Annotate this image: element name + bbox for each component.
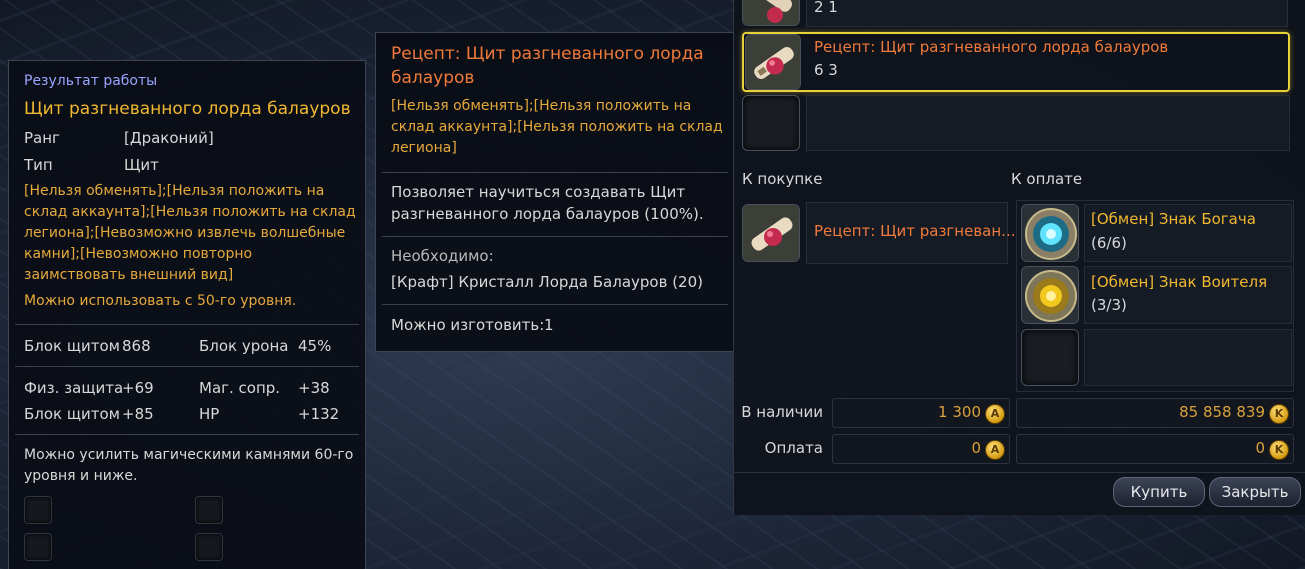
ap-coin-icon: A <box>985 404 1005 424</box>
pay-item-row <box>1084 329 1292 386</box>
payment-label: Оплата <box>764 439 823 457</box>
kinah-coin-icon: K <box>1269 404 1289 424</box>
item-name: Щит разгневанного лорда балауров <box>24 99 351 119</box>
stat-value: +69 <box>122 379 154 397</box>
recipe-restrictions: склад аккаунта];[Нельзя положить на скла… <box>391 119 723 135</box>
stat-label: Блок щитом <box>24 337 120 355</box>
shop-panel: 2 1 Рецепт: Щит разгневанного лорда бала… <box>733 0 1305 515</box>
manastone-slot <box>24 496 52 524</box>
payment-kinah-box: 0 K <box>1016 434 1294 464</box>
pay-item-name: [Обмен] Знак Воителя <box>1091 273 1268 291</box>
selected-item-numbers: 6 3 <box>814 61 838 79</box>
stat-value: +132 <box>298 405 340 423</box>
payment-ap-box: 0 A <box>832 434 1010 464</box>
stat-value: 868 <box>122 337 151 355</box>
manastone-slot <box>195 533 223 561</box>
stat-label: Блок щитом <box>24 405 120 423</box>
required-item: [Крафт] Кристалл Лорда Балауров (20) <box>391 273 703 291</box>
stat-label: HP <box>199 405 220 423</box>
recipe-title: балауров <box>391 68 475 88</box>
manastone-slot <box>195 496 223 524</box>
stat-label: Физ. защита <box>24 379 124 397</box>
available-kinah: 85 858 839 <box>1179 403 1265 421</box>
recipe-description: Позволяет научиться создавать Щит <box>391 183 686 201</box>
recipe-scroll-icon[interactable] <box>745 34 801 90</box>
stat-value: +38 <box>298 379 330 397</box>
close-button[interactable]: Закрыть <box>1209 477 1301 507</box>
type-label: Тип <box>24 156 53 174</box>
stat-value: 45% <box>298 337 332 355</box>
recipe-restrictions: легиона] <box>391 140 457 156</box>
pay-header: К оплате <box>1011 170 1083 188</box>
stat-label: Блок урона <box>199 337 289 355</box>
level-requirement: Можно использовать с 50-го уровня. <box>24 293 297 309</box>
available-ap: 1 300 <box>938 403 981 421</box>
available-ap-box: 1 300 A <box>832 398 1010 428</box>
available-kinah-box: 85 858 839 K <box>1016 398 1294 428</box>
available-label: В наличии <box>741 403 823 421</box>
pay-item-name: [Обмен] Знак Богача <box>1091 210 1256 228</box>
buy-header: К покупке <box>742 170 823 188</box>
rank-value: [Драконий] <box>124 129 214 147</box>
stat-label: Маг. сопр. <box>199 379 281 397</box>
item-tooltip: Результат работы Щит разгневанного лорда… <box>8 60 366 569</box>
craftable-label: Можно изготовить: <box>391 316 545 334</box>
recipe-title: Рецепт: Щит разгневанного лорда <box>391 44 704 64</box>
recipe-scroll-icon[interactable] <box>742 0 800 26</box>
pay-item-count: (6/6) <box>1091 234 1127 252</box>
manastone-slot <box>24 533 52 561</box>
empty-slot <box>1021 329 1079 386</box>
empty-slot <box>742 95 800 151</box>
buy-item-name: Рецепт: Щит разгневан... <box>814 222 1016 240</box>
rank-label: Ранг <box>24 129 60 147</box>
recipe-tooltip: Рецепт: Щит разгневанного лорда балауров… <box>375 32 735 352</box>
payment-kinah: 0 <box>1255 439 1265 457</box>
craftable-value: 1 <box>544 316 554 334</box>
row-numbers: 2 1 <box>814 0 838 16</box>
enhance-text: уровня и ниже. <box>24 468 138 484</box>
recipe-description: разгневанного лорда балауров (100%). <box>391 205 704 223</box>
selected-item-name: Рецепт: Щит разгневанного лорда балауров <box>814 38 1169 56</box>
stat-value: +85 <box>122 405 154 423</box>
list-item <box>806 95 1290 151</box>
rich-sign-icon[interactable] <box>1021 204 1079 262</box>
recipe-restrictions: [Нельзя обменять];[Нельзя положить на <box>391 98 692 114</box>
warrior-sign-icon[interactable] <box>1021 266 1079 324</box>
type-value: Щит <box>124 156 159 174</box>
enhance-text: Можно усилить магическими камнями 60-го <box>24 447 354 463</box>
buy-button[interactable]: Купить <box>1113 477 1205 507</box>
recipe-scroll-icon[interactable] <box>742 204 800 262</box>
kinah-coin-icon: K <box>1269 440 1289 460</box>
payment-ap: 0 <box>971 439 981 457</box>
tooltip-header: Результат работы <box>24 73 158 89</box>
list-item[interactable] <box>806 0 1288 27</box>
pay-item-count: (3/3) <box>1091 296 1127 314</box>
ap-coin-icon: A <box>985 440 1005 460</box>
required-label: Необходимо: <box>391 247 494 265</box>
